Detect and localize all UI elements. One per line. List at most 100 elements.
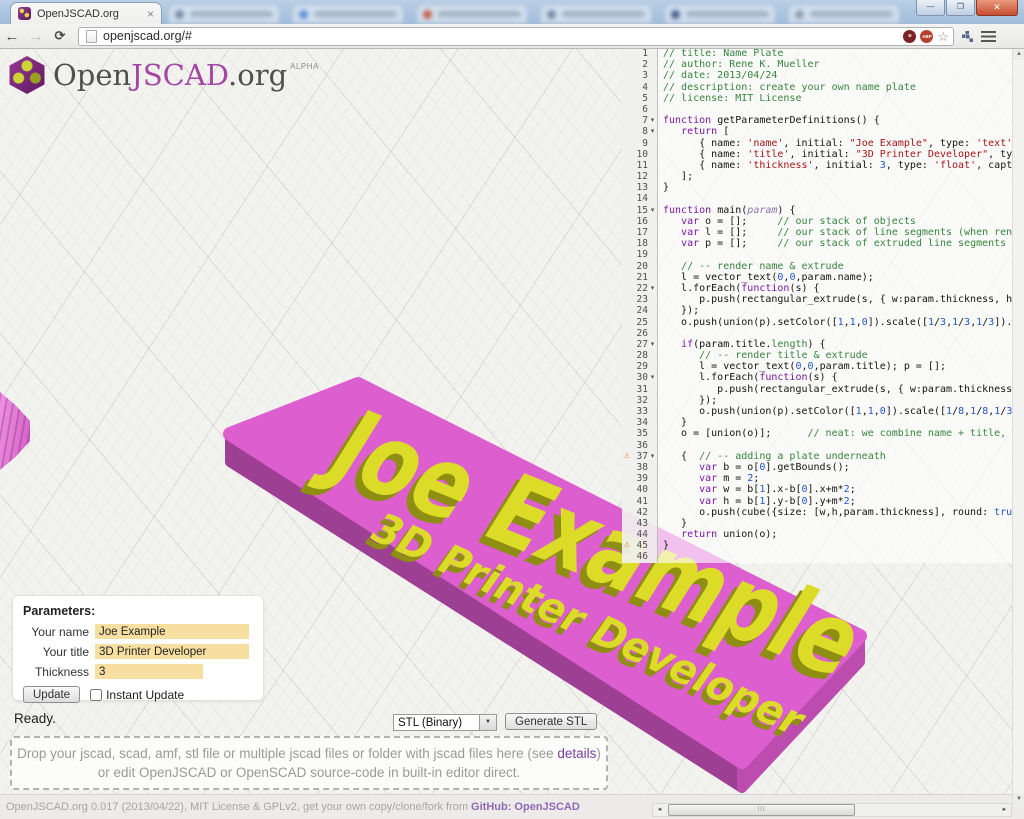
code-line[interactable]: 1// title: Name Plate — [622, 48, 1013, 59]
code-text[interactable]: } — [658, 417, 1013, 428]
back-icon[interactable]: ← — [0, 28, 24, 45]
editor-gutter[interactable]: 20 — [622, 261, 658, 272]
editor-gutter[interactable]: 10 — [622, 149, 658, 160]
code-text[interactable]: o = [union(o)]; // neat: we combine name… — [658, 428, 1013, 439]
code-line[interactable]: 2// author: Rene K. Mueller — [622, 59, 1013, 70]
code-line[interactable]: 46 — [622, 551, 1013, 562]
code-text[interactable]: var h = b[1].y-b[0].y+m*2; — [658, 496, 1013, 507]
editor-gutter[interactable]: 31 — [622, 384, 658, 395]
code-text[interactable]: // license: MIT License — [658, 93, 1013, 104]
code-line[interactable]: 24 }); — [622, 305, 1013, 316]
code-line[interactable]: 4// description: create your own name pl… — [622, 82, 1013, 93]
editor-gutter[interactable]: 43 — [622, 518, 658, 529]
forward-icon[interactable]: → — [24, 28, 48, 45]
code-text[interactable]: { name: 'thickness', initial: 3, type: '… — [658, 160, 1013, 171]
code-text[interactable] — [658, 440, 1013, 451]
code-text[interactable]: function getParameterDefinitions() { — [658, 115, 1013, 126]
code-text[interactable]: p.push(rectangular_extrude(s, { w:param.… — [658, 294, 1013, 305]
code-line[interactable]: 14 — [622, 193, 1013, 204]
code-line[interactable]: 22▾ l.forEach(function(s) { — [622, 283, 1013, 294]
code-line[interactable]: 25 o.push(union(p).setColor([1,1,0]).sca… — [622, 317, 1013, 328]
code-text[interactable]: // -- render title & extrude — [658, 350, 1013, 361]
file-dropzone[interactable]: Drop your jscad, scad, amf, stl file or … — [10, 736, 608, 790]
fold-icon[interactable]: ▾ — [648, 126, 657, 137]
editor-gutter[interactable]: ⚠45 — [622, 540, 658, 551]
editor-gutter[interactable]: 13 — [622, 182, 658, 193]
code-line[interactable]: 5// license: MIT License — [622, 93, 1013, 104]
code-line[interactable]: 11 { name: 'thickness', initial: 3, type… — [622, 160, 1013, 171]
code-text[interactable]: if(param.title.length) { — [658, 339, 1013, 350]
editor-gutter[interactable]: 22▾ — [622, 283, 658, 294]
editor-gutter[interactable]: 36 — [622, 440, 658, 451]
code-line[interactable]: 3// date: 2013/04/24 — [622, 70, 1013, 81]
editor-gutter[interactable]: 1 — [622, 48, 658, 59]
code-line[interactable]: 35 o = [union(o)]; // neat: we combine n… — [622, 428, 1013, 439]
code-text[interactable]: var m = 2; — [658, 473, 1013, 484]
tab-close-icon[interactable]: × — [147, 8, 154, 20]
editor-gutter[interactable]: 35 — [622, 428, 658, 439]
scroll-up-icon[interactable]: ▲ — [1013, 48, 1024, 60]
editor-gutter[interactable]: 15▾ — [622, 205, 658, 216]
code-line[interactable]: 31 p.push(rectangular_extrude(s, { w:par… — [622, 384, 1013, 395]
code-line[interactable]: 32 }); — [622, 395, 1013, 406]
code-text[interactable]: var b = o[0].getBounds(); — [658, 462, 1013, 473]
code-line[interactable]: 41 var h = b[1].y-b[0].y+m*2; — [622, 496, 1013, 507]
code-text[interactable]: }); — [658, 305, 1013, 316]
editor-gutter[interactable]: 44 — [622, 529, 658, 540]
select-arrow-icon[interactable]: ▼ — [479, 715, 496, 730]
code-line[interactable]: 36 — [622, 440, 1013, 451]
code-text[interactable] — [658, 328, 1013, 339]
viewport[interactable]: Joe Example Joe Example 3D Printer Devel… — [0, 48, 1024, 819]
code-line[interactable]: 19 — [622, 249, 1013, 260]
code-text[interactable]: var o = []; // our stack of objects — [658, 216, 1013, 227]
fold-icon[interactable]: ▾ — [648, 339, 657, 350]
format-select[interactable]: STL (Binary) ▼ — [393, 714, 497, 731]
code-line[interactable]: 7▾function getParameterDefinitions() { — [622, 115, 1013, 126]
menu-icon[interactable] — [981, 31, 996, 42]
vertical-scrollbar[interactable]: ▲ ▼ — [1012, 48, 1024, 805]
code-line[interactable]: ⚠45} — [622, 540, 1013, 551]
editor-gutter[interactable]: 29 — [622, 361, 658, 372]
editor-gutter[interactable]: 23 — [622, 294, 658, 305]
editor-gutter[interactable]: 4 — [622, 82, 658, 93]
code-line[interactable]: 29 l = vector_text(0,0,param.title); p =… — [622, 361, 1013, 372]
code-text[interactable]: l = vector_text(0,0,param.name); — [658, 272, 1013, 283]
thickness-field[interactable] — [95, 664, 203, 679]
code-text[interactable]: { // -- adding a plate underneath — [658, 451, 1013, 462]
code-line[interactable]: 26 — [622, 328, 1013, 339]
code-text[interactable]: l.forEach(function(s) { — [658, 372, 1013, 383]
code-text[interactable] — [658, 249, 1013, 260]
background-tab[interactable] — [664, 4, 776, 24]
editor-gutter[interactable]: 7▾ — [622, 115, 658, 126]
scrollbar-thumb[interactable]: ||| — [668, 804, 855, 816]
code-text[interactable]: return [ — [658, 126, 1013, 137]
background-tab[interactable] — [292, 4, 404, 24]
code-text[interactable]: o.push(union(p).setColor([1,1,0]).scale(… — [658, 406, 1013, 417]
details-link[interactable]: details — [557, 746, 596, 761]
editor-gutter[interactable]: 33 — [622, 406, 658, 417]
code-line[interactable]: 18 var p = []; // our stack of extruded … — [622, 238, 1013, 249]
fold-icon[interactable]: ▾ — [648, 451, 657, 462]
code-line[interactable]: 39 var m = 2; — [622, 473, 1013, 484]
update-button[interactable]: Update — [23, 686, 80, 703]
editor-gutter[interactable]: 30▾ — [622, 372, 658, 383]
code-text[interactable]: o.push(cube({size: [w,h,param.thickness]… — [658, 507, 1013, 518]
editor-gutter[interactable]: 19 — [622, 249, 658, 260]
code-line[interactable]: 27▾ if(param.title.length) { — [622, 339, 1013, 350]
code-text[interactable] — [658, 551, 1013, 562]
code-text[interactable]: l = vector_text(0,0,param.title); p = []… — [658, 361, 1013, 372]
editor-gutter[interactable]: 2 — [622, 59, 658, 70]
instant-update-checkbox[interactable] — [90, 689, 102, 701]
editor-gutter[interactable]: 18 — [622, 238, 658, 249]
bookmark-star-icon[interactable]: ☆ — [937, 30, 949, 43]
code-text[interactable]: }); — [658, 395, 1013, 406]
code-line[interactable]: 34 } — [622, 417, 1013, 428]
code-text[interactable]: } — [658, 518, 1013, 529]
code-line[interactable]: 20 // -- render name & extrude — [622, 261, 1013, 272]
scroll-right-icon[interactable]: ► — [998, 807, 1011, 813]
editor-gutter[interactable]: 9 — [622, 138, 658, 149]
code-text[interactable]: l.forEach(function(s) { — [658, 283, 1013, 294]
blocker-extension-icon[interactable]: ⊘ — [903, 30, 916, 43]
code-line[interactable]: ⚠37▾ { // -- adding a plate underneath — [622, 451, 1013, 462]
code-line[interactable]: 44 return union(o); — [622, 529, 1013, 540]
